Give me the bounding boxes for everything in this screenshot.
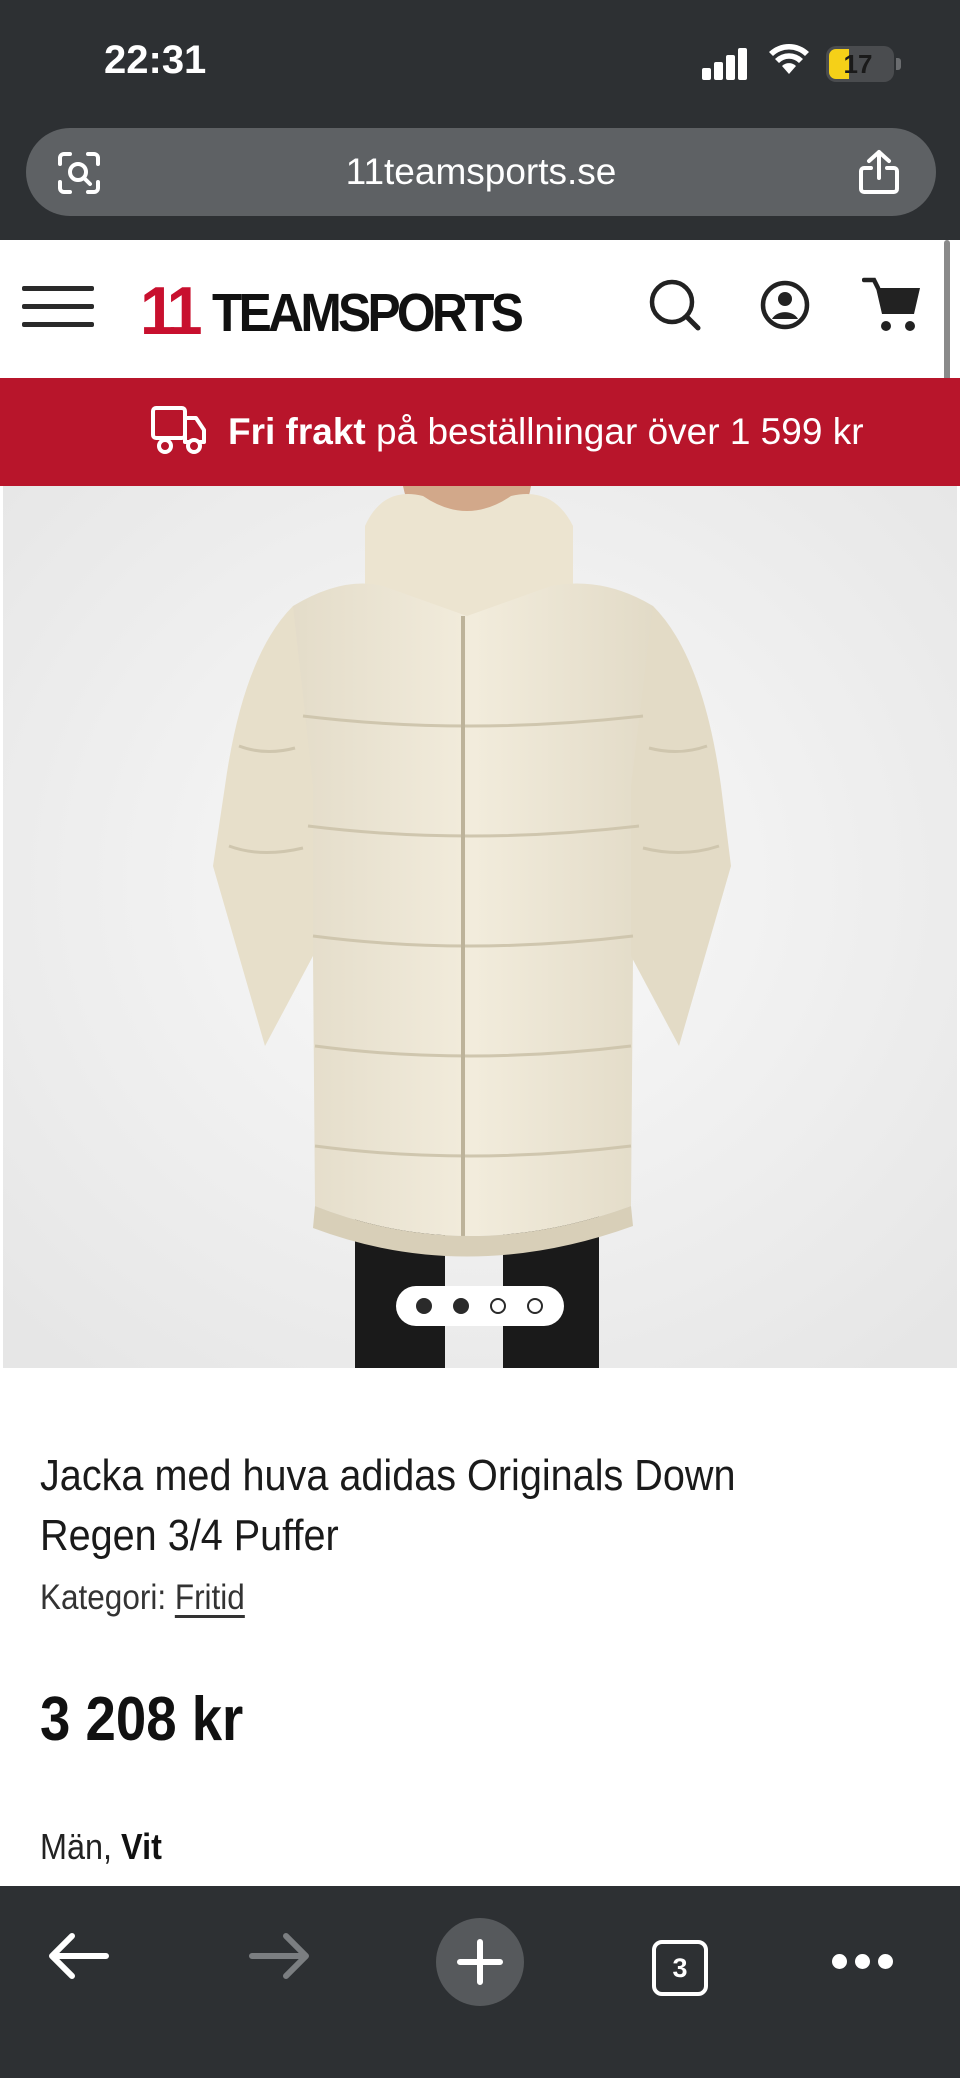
cart-icon[interactable] [862,276,926,334]
page: 22:31 17 11teamsports.se 11 TEAMSPORTS F… [0,0,960,2078]
free-shipping-bold: Fri frakt [228,411,366,452]
variant-color: Vit [121,1826,162,1867]
free-shipping-banner: Fri frakt på beställningar över 1 599 kr [0,378,960,486]
category-link[interactable]: Fritid [175,1578,245,1617]
battery-tip [896,58,901,70]
variant-gender: Män, [40,1826,122,1867]
product-title: Jacka med huva adidas Originals Down Reg… [40,1451,736,1560]
logo-word: TEAMSPORTS [212,283,524,343]
status-time: 22:31 [104,38,207,82]
product-price: 3 208 kr [40,1685,244,1754]
browser-bottom-toolbar: 3 [0,1886,960,2078]
site-header: 11 TEAMSPORTS [0,240,960,378]
category-label: Kategori: [40,1578,175,1617]
free-shipping-text: Fri frakt på beställningar över 1 599 kr [228,378,864,486]
carousel-dot-2[interactable] [453,1298,469,1314]
carousel-dot-4[interactable] [527,1298,543,1314]
cellular-signal-icon [702,44,750,80]
product-image-carousel[interactable] [0,486,960,1368]
carousel-dot-3[interactable] [490,1298,506,1314]
site-logo[interactable]: 11 TEAMSPORTS [140,273,612,349]
delivery-truck-icon [151,406,206,454]
more-options-icon[interactable] [832,1954,894,1970]
wifi-icon [769,44,809,74]
url-text: 11teamsports.se [345,151,617,192]
forward-arrow-icon[interactable] [240,1916,320,1996]
menu-icon[interactable] [22,282,94,330]
carousel-pagination[interactable] [396,1286,564,1326]
logo-number: 11 [140,273,203,349]
tabs-count-button[interactable]: 3 [652,1940,708,1996]
battery-level: 17 [843,49,873,79]
browser-top-bar: 22:31 17 11teamsports.se [0,0,960,240]
account-icon[interactable] [756,276,814,334]
product-category: Kategori: Fritid [40,1578,245,1618]
battery-indicator: 17 [826,46,894,82]
free-shipping-rest: på beställningar över 1 599 kr [365,411,864,452]
plus-icon [457,1939,503,1985]
address-bar[interactable]: 11teamsports.se [26,128,936,216]
carousel-dot-1[interactable] [416,1298,432,1314]
search-icon[interactable] [646,276,704,334]
product-photo [3,486,957,1368]
new-tab-button[interactable] [436,1918,524,2006]
back-arrow-icon[interactable] [38,1916,118,1996]
share-icon[interactable] [856,148,902,196]
product-variant: Män, Vit [40,1826,162,1868]
